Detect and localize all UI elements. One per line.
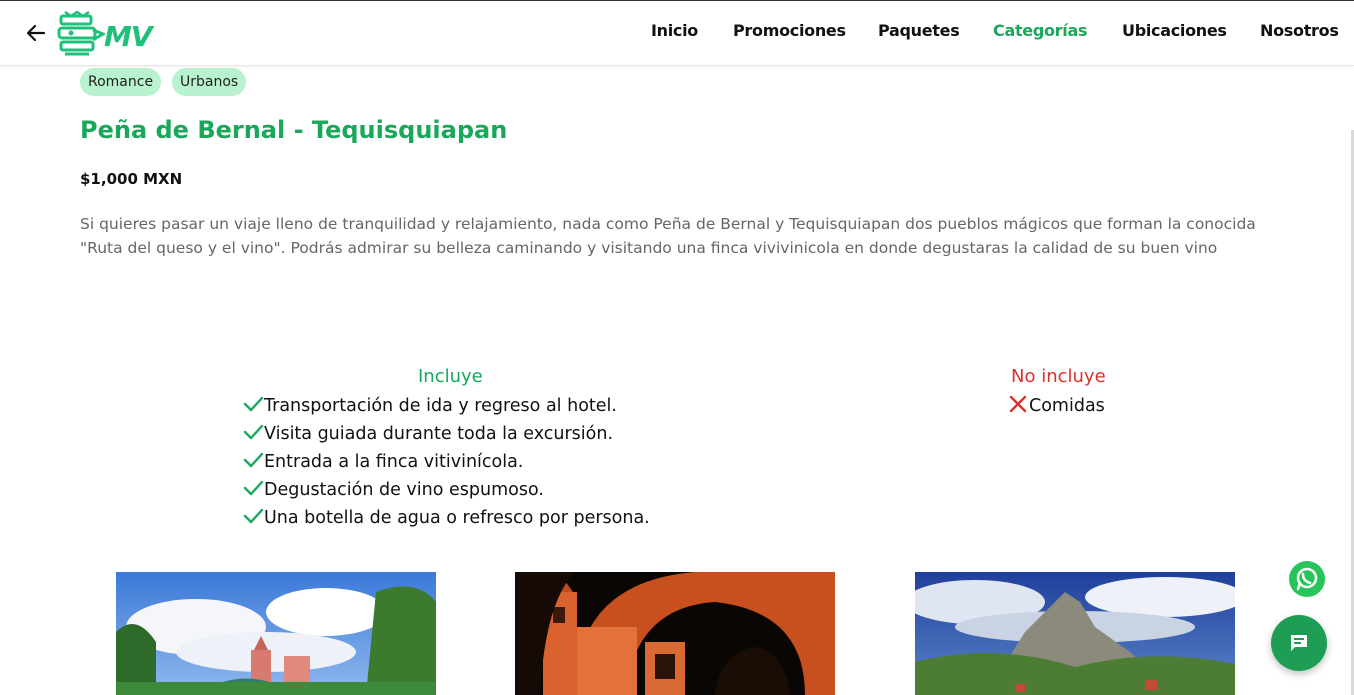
check-icon [243, 480, 264, 496]
chat-button[interactable] [1271, 615, 1327, 671]
nav-ubicaciones[interactable]: Ubicaciones [1122, 21, 1227, 40]
x-icon [1009, 395, 1027, 413]
tag-romance[interactable]: Romance [80, 68, 162, 96]
nav-nosotros[interactable]: Nosotros [1260, 21, 1339, 40]
gallery-photo-plaza-church[interactable] [116, 572, 436, 695]
check-icon [243, 396, 264, 412]
package-description: Si quieres pasar un viaje lleno de tranq… [80, 215, 1256, 257]
nav-paquetes[interactable]: Paquetes [878, 21, 960, 40]
gallery-photo-church-arches[interactable] [515, 572, 835, 695]
exclude-item: Comidas [1007, 392, 1105, 420]
check-icon [243, 424, 264, 440]
whatsapp-icon[interactable] [1287, 559, 1327, 599]
exclude-item-text: Comidas [1029, 396, 1105, 416]
check-icon [243, 452, 264, 468]
nav-categorias[interactable]: Categorías [993, 21, 1087, 40]
include-item: Transportación de ida y regreso al hotel… [242, 392, 617, 420]
include-item-text: Degustación de vino espumoso. [264, 480, 544, 500]
include-item-text: Una botella de agua o refresco por perso… [264, 508, 650, 528]
include-item: Entrada a la finca vitivinícola. [242, 448, 523, 476]
includes-heading: Incluye [418, 366, 483, 387]
include-item-text: Entrada a la finca vitivinícola. [264, 452, 524, 472]
include-item: Degustación de vino espumoso. [242, 476, 544, 504]
chat-bubble-icon [1291, 635, 1307, 651]
include-item: Visita guiada durante toda la excursión. [242, 420, 613, 448]
package-title: Peña de Bernal - Tequisquiapan [80, 116, 508, 144]
check-icon [243, 508, 264, 524]
gallery-photo-pena-de-bernal[interactable] [915, 572, 1235, 695]
top-navbar: MV Inicio Promociones Paquetes Categoría… [0, 0, 1354, 66]
include-item-text: Transportación de ida y regreso al hotel… [264, 396, 617, 416]
excludes-heading: No incluye [1011, 366, 1106, 387]
include-item-text: Visita guiada durante toda la excursión. [264, 424, 614, 444]
tag-urbanos[interactable]: Urbanos [172, 68, 247, 96]
nav-inicio[interactable]: Inicio [651, 21, 698, 40]
package-price: $1,000 MXN [80, 170, 183, 188]
include-item: Una botella de agua o refresco por perso… [242, 504, 650, 532]
main-nav: Inicio Promociones Paquetes Categorías U… [0, 21, 1354, 47]
nav-promociones[interactable]: Promociones [733, 21, 846, 40]
